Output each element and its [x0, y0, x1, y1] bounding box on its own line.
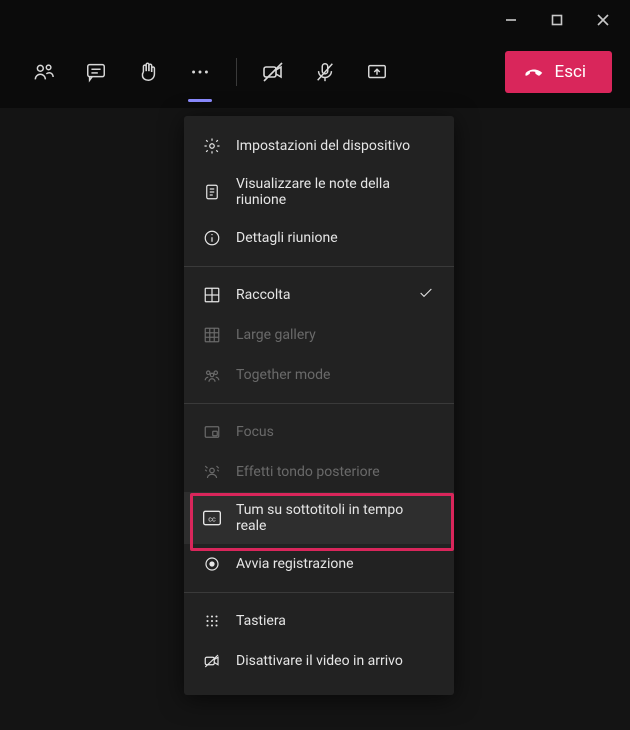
- window-maximize-button[interactable]: [534, 0, 580, 40]
- leave-label: Esci: [555, 62, 586, 82]
- menu-label: Tastiera: [236, 613, 436, 629]
- mic-off-icon: [314, 61, 336, 83]
- ellipsis-icon: [189, 61, 211, 83]
- info-icon: [202, 228, 222, 248]
- notes-icon: [202, 182, 222, 202]
- menu-focus: Focus: [184, 412, 454, 452]
- menu-device-settings[interactable]: Impostazioni del dispositivo: [184, 126, 454, 166]
- menu-label: Avvia registrazione: [236, 556, 436, 572]
- minimize-icon: [505, 14, 517, 26]
- more-actions-button[interactable]: [174, 50, 226, 94]
- menu-label: Impostazioni del dispositivo: [236, 138, 436, 154]
- window-close-button[interactable]: [580, 0, 626, 40]
- menu-gallery[interactable]: Raccolta: [184, 275, 454, 315]
- check-icon: [418, 285, 436, 305]
- menu-label: Tum su sottotitoli in tempo reale: [236, 502, 436, 534]
- share-screen-icon: [366, 61, 388, 83]
- menu-together-mode: Together mode: [184, 355, 454, 395]
- menu-label: Focus: [236, 424, 436, 440]
- grid-icon: [202, 285, 222, 305]
- menu-incoming-video-off[interactable]: Disattivare il video in arrivo: [184, 641, 454, 681]
- menu-separator: [184, 266, 454, 267]
- menu-keypad[interactable]: Tastiera: [184, 601, 454, 641]
- raise-hand-button[interactable]: [122, 50, 174, 94]
- menu-meeting-details[interactable]: Dettagli riunione: [184, 218, 454, 258]
- window-minimize-button[interactable]: [488, 0, 534, 40]
- background-icon: [202, 462, 222, 482]
- menu-live-captions[interactable]: cc Tum su sottotitoli in tempo reale: [184, 492, 454, 544]
- menu-label: Visualizzare le note della riunione: [236, 176, 436, 208]
- maximize-icon: [551, 14, 563, 26]
- hand-icon: [137, 61, 159, 83]
- focus-icon: [202, 422, 222, 442]
- people-icon: [33, 61, 55, 83]
- menu-label: Disattivare il video in arrivo: [236, 653, 436, 669]
- menu-large-gallery: Large gallery: [184, 315, 454, 355]
- svg-text:cc: cc: [208, 514, 216, 523]
- keypad-icon: [202, 611, 222, 631]
- menu-label: Large gallery: [236, 327, 436, 343]
- record-icon: [202, 554, 222, 574]
- menu-meeting-notes[interactable]: Visualizzare le note della riunione: [184, 166, 454, 218]
- camera-button[interactable]: [247, 50, 299, 94]
- menu-label: Together mode: [236, 367, 436, 383]
- together-icon: [202, 365, 222, 385]
- participants-button[interactable]: [18, 50, 70, 94]
- close-icon: [597, 14, 609, 26]
- menu-separator: [184, 403, 454, 404]
- cc-icon: cc: [202, 508, 222, 528]
- menu-separator: [184, 592, 454, 593]
- menu-background-effects: Effetti tondo posteriore: [184, 452, 454, 492]
- chat-button[interactable]: [70, 50, 122, 94]
- mic-button[interactable]: [299, 50, 351, 94]
- share-button[interactable]: [351, 50, 403, 94]
- more-actions-menu: Impostazioni del dispositivo Visualizzar…: [184, 116, 454, 695]
- menu-start-recording[interactable]: Avvia registrazione: [184, 544, 454, 584]
- menu-label: Raccolta: [236, 287, 404, 303]
- menu-label: Effetti tondo posteriore: [236, 464, 436, 480]
- toolbar-separator: [236, 58, 237, 86]
- large-grid-icon: [202, 325, 222, 345]
- gear-icon: [202, 136, 222, 156]
- video-off-icon: [202, 651, 222, 671]
- chat-icon: [85, 61, 107, 83]
- leave-button[interactable]: Esci: [505, 51, 612, 93]
- camera-off-icon: [261, 60, 285, 84]
- hangup-icon: [523, 61, 545, 83]
- meeting-toolbar: Esci: [0, 40, 630, 108]
- window-titlebar: [0, 0, 630, 40]
- menu-label: Dettagli riunione: [236, 230, 436, 246]
